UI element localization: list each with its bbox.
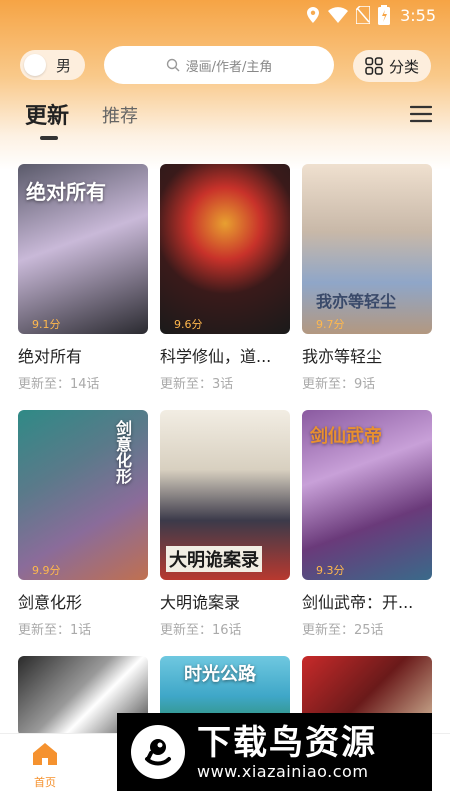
comic-cover[interactable]: 9.6分 <box>160 164 290 334</box>
comic-card[interactable]: 剑意化形 9.9分 剑意化形 更新至：1话 <box>18 410 148 638</box>
comic-title[interactable]: 剑意化形 <box>18 589 148 613</box>
status-time: 3:55 <box>400 5 436 25</box>
comic-title[interactable]: 绝对所有 <box>18 343 148 367</box>
nav-home-label: 首页 <box>34 776 56 789</box>
comic-title[interactable]: 科学修仙，道... <box>160 343 290 367</box>
tab-recommended[interactable]: 推荐 <box>102 102 138 128</box>
home-icon <box>33 743 57 765</box>
grid-icon <box>365 57 383 75</box>
score-badge <box>160 576 180 580</box>
comic-update: 更新至：14话 <box>18 377 100 392</box>
watermark-logo <box>131 725 185 779</box>
score-badge: 9.7分 <box>302 314 351 334</box>
watermark-overlay: 下载鸟资源 www.xiazainiao.com <box>117 713 432 791</box>
nav-home[interactable]: 首页 <box>28 742 62 790</box>
gender-label: 男 <box>56 56 72 75</box>
menu-icon[interactable] <box>410 105 432 123</box>
cover-title: 剑仙武帝 <box>310 426 382 447</box>
wifi-icon <box>328 7 349 23</box>
watermark-url: www.xiazainiao.com <box>197 761 369 781</box>
tab-updates[interactable]: 更新 <box>25 98 69 130</box>
comic-card[interactable]: 9.6分 科学修仙，道... 更新至：3话 <box>160 164 290 392</box>
cover-title: 大明诡案录 <box>166 546 262 572</box>
location-icon <box>307 7 320 23</box>
cover-title: 时光公路 <box>184 664 256 685</box>
cover-title: 剑意化形 <box>113 420 132 484</box>
search-input[interactable]: 漫画/作者/主角 <box>104 46 334 84</box>
comic-update: 更新至：16话 <box>160 623 242 638</box>
top-row: 男 漫画/作者/主角 分类 <box>0 46 450 84</box>
battery-icon <box>378 5 391 25</box>
comic-update: 更新至：25话 <box>302 623 384 638</box>
search-placeholder: 漫画/作者/主角 <box>185 59 273 75</box>
tab-bar: 更新 推荐 <box>0 96 450 142</box>
comic-title[interactable]: 我亦等轻尘 <box>302 343 432 367</box>
tab-underline <box>40 136 58 140</box>
comic-cover[interactable]: 大明诡案录 <box>160 410 290 580</box>
comic-card[interactable]: 绝对所有 9.1分 绝对所有 更新至：14话 <box>18 164 148 392</box>
category-button[interactable]: 分类 <box>353 50 431 82</box>
comic-title[interactable]: 剑仙武帝：开... <box>302 589 432 613</box>
comic-cover[interactable]: 剑仙武帝 9.3分 <box>302 410 432 580</box>
comic-card[interactable]: 大明诡案录 大明诡案录 更新至：16话 <box>160 410 290 638</box>
toggle-knob <box>24 54 46 76</box>
watermark-text: 下载鸟资源 www.xiazainiao.com <box>197 724 377 781</box>
cover-title: 绝对所有 <box>26 180 106 204</box>
watermark-title: 下载鸟资源 <box>197 722 377 763</box>
comic-update: 更新至：1话 <box>18 623 92 638</box>
comic-cover[interactable]: 我亦等轻尘 9.7分 <box>302 164 432 334</box>
bird-logo-icon <box>145 739 171 766</box>
no-sim-icon <box>356 6 371 24</box>
comic-card[interactable]: 我亦等轻尘 9.7分 我亦等轻尘 更新至：9话 <box>302 164 432 392</box>
status-bar: 3:55 <box>0 0 450 30</box>
cover-title: 我亦等轻尘 <box>316 292 397 311</box>
comic-title[interactable]: 大明诡案录 <box>160 589 290 613</box>
gender-toggle[interactable]: 男 <box>20 50 85 80</box>
comic-card[interactable]: 剑仙武帝 9.3分 剑仙武帝：开... 更新至：25话 <box>302 410 432 638</box>
comic-cover[interactable]: 剑意化形 9.9分 <box>18 410 148 580</box>
score-badge: 9.9分 <box>18 560 67 580</box>
score-badge: 9.6分 <box>160 314 209 334</box>
comic-update: 更新至：9话 <box>302 377 376 392</box>
score-badge: 9.3分 <box>302 560 351 580</box>
score-badge: 9.1分 <box>18 314 67 334</box>
comic-update: 更新至：3话 <box>160 377 234 392</box>
search-icon <box>166 58 180 72</box>
category-label: 分类 <box>388 57 419 76</box>
comic-cover[interactable]: 绝对所有 9.1分 <box>18 164 148 334</box>
